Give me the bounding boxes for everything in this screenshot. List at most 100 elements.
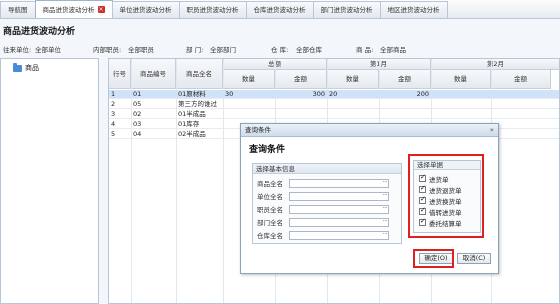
tab-product-purchase-analysis[interactable]: 商品进货波动分析 × bbox=[34, 0, 113, 18]
cell-total-amount: 300 bbox=[312, 90, 325, 98]
tab-dept-purchase-analysis[interactable]: 部门进货波动分析 bbox=[312, 1, 381, 18]
checkbox-checked-icon[interactable] bbox=[419, 184, 426, 193]
tab-label: 导航图 bbox=[8, 6, 28, 14]
basic-info-legend: 选择基本信息 bbox=[253, 164, 401, 174]
doc-type-legend: 选择单据 bbox=[414, 161, 480, 170]
cell-m1-qty: 20 bbox=[329, 90, 338, 98]
cell-no: 4 bbox=[111, 120, 116, 128]
checkbox-label: 委托结算单 bbox=[429, 219, 462, 228]
doc-type-panel: 选择单据 进货单进货退货单进货换货单借转进货单委托结算单 bbox=[413, 160, 481, 233]
dialog-title: 查询条件 bbox=[245, 126, 271, 134]
doc-type-checkbox-row[interactable]: 进货单 bbox=[419, 173, 449, 184]
column-header-name[interactable]: 商品全名 bbox=[176, 59, 223, 89]
cell-name: 第三方的谁过 bbox=[178, 100, 217, 108]
cell-m1-amount bbox=[379, 110, 431, 119]
browse-icon[interactable]: ··· bbox=[383, 179, 388, 186]
basic-info-fieldset: 选择基本信息 商品全名 ··· 单位全名 ··· 职员全名 ··· 部门全名 ··· 仓库全名 ·… bbox=[252, 163, 402, 244]
tab-staff-purchase-analysis[interactable]: 职员进货波动分析 bbox=[178, 1, 247, 18]
query-conditions-dialog: 查询条件 » 查询条件 选择基本信息 商品全名 ··· 单位全名 ··· 职员全名 ···… bbox=[240, 123, 499, 274]
field-input[interactable]: ··· bbox=[289, 230, 389, 240]
field-row: 商品全名 ··· bbox=[257, 178, 389, 188]
column-header-m1-qty[interactable]: 数量 bbox=[327, 70, 379, 89]
close-tab-icon[interactable]: × bbox=[97, 6, 105, 13]
tab-warehouse-purchase-analysis[interactable]: 仓库进货波动分析 bbox=[245, 1, 314, 18]
cell-no: 2 bbox=[111, 100, 116, 108]
column-header-m2-amount[interactable]: 金额 bbox=[491, 70, 551, 89]
cell-total-qty bbox=[223, 110, 275, 119]
field-label: 仓库全名 bbox=[257, 232, 283, 240]
folder-icon bbox=[13, 62, 22, 72]
tab-label: 单位进货波动分析 bbox=[119, 6, 172, 14]
field-row: 仓库全名 ··· bbox=[257, 230, 389, 240]
tab-unit-purchase-analysis[interactable]: 单位进货波动分析 bbox=[111, 1, 180, 18]
ok-button[interactable]: 确定(O) bbox=[419, 253, 453, 264]
cell-code: 05 bbox=[133, 100, 142, 108]
cell-no: 1 bbox=[111, 90, 116, 98]
checkbox-checked-icon[interactable] bbox=[419, 173, 426, 182]
cell-name: 01半成品 bbox=[178, 110, 206, 118]
field-row: 部门全名 ··· bbox=[257, 217, 389, 227]
field-label: 单位全名 bbox=[257, 193, 283, 201]
collapse-icon[interactable]: » bbox=[490, 124, 494, 136]
table-row[interactable]: 3 02 01半成品 bbox=[109, 110, 559, 119]
cell-total-qty bbox=[223, 100, 275, 109]
warehouse-filter-value: 全部仓库 bbox=[296, 46, 322, 54]
cell-no: 5 bbox=[111, 130, 116, 138]
browse-icon[interactable]: ··· bbox=[383, 192, 388, 199]
tab-label: 仓库进货波动分析 bbox=[253, 6, 306, 14]
cell-name: 01原材料 bbox=[178, 90, 206, 98]
doc-type-checkbox-row[interactable]: 委托结算单 bbox=[419, 217, 462, 228]
checkbox-checked-icon[interactable] bbox=[419, 206, 426, 215]
page-title: 商品进货波动分析 bbox=[3, 26, 76, 36]
doc-type-checkbox-row[interactable]: 进货退货单 bbox=[419, 184, 462, 195]
tab-region-purchase-analysis[interactable]: 地区进货波动分析 bbox=[379, 1, 448, 18]
filter-summary: 往来单位: 全部单位 内部职员: 全部职员 部 门: 全部部门 仓 库: 全部仓… bbox=[0, 44, 560, 56]
tab-label: 部门进货波动分析 bbox=[320, 6, 373, 14]
table-row[interactable]: 2 05 第三方的谁过 bbox=[109, 100, 559, 109]
checkbox-label: 借转进货单 bbox=[429, 208, 462, 217]
checkbox-label: 进货换货单 bbox=[429, 197, 462, 206]
column-header-total-amount[interactable]: 金额 bbox=[275, 70, 327, 89]
cell-total-qty: 30 bbox=[225, 90, 234, 98]
cancel-button[interactable]: 取消(C) bbox=[457, 253, 491, 264]
product-tree: 商品 bbox=[0, 58, 99, 304]
cell-name: 01库存 bbox=[178, 120, 200, 128]
tab-label: 职员进货波动分析 bbox=[186, 6, 239, 14]
field-input[interactable]: ··· bbox=[289, 217, 389, 227]
field-row: 单位全名 ··· bbox=[257, 191, 389, 201]
column-header-total-qty[interactable]: 数量 bbox=[223, 70, 275, 89]
unit-filter-value: 全部单位 bbox=[35, 46, 61, 54]
cell-code: 02 bbox=[133, 110, 142, 118]
staff-filter-value: 全部职员 bbox=[128, 46, 154, 54]
browse-icon[interactable]: ··· bbox=[383, 218, 388, 225]
field-input[interactable]: ··· bbox=[289, 204, 389, 214]
browse-icon[interactable]: ··· bbox=[383, 205, 388, 212]
tab-label: 地区进货波动分析 bbox=[387, 6, 440, 14]
checkbox-checked-icon[interactable] bbox=[419, 217, 426, 226]
doc-type-checkbox-row[interactable]: 进货换货单 bbox=[419, 195, 462, 206]
checkbox-checked-icon[interactable] bbox=[419, 195, 426, 204]
cell-total-amount bbox=[275, 100, 327, 109]
dept-filter-value: 全部部门 bbox=[210, 46, 236, 54]
cell-no: 3 bbox=[111, 110, 116, 118]
cell-name: 02半成品 bbox=[178, 130, 206, 138]
column-header-code[interactable]: 商品编号 bbox=[131, 59, 176, 89]
tab-navigation[interactable]: 导航图 bbox=[0, 1, 36, 18]
warehouse-filter-label: 仓 库: bbox=[271, 46, 289, 54]
column-header-m2-qty[interactable]: 数量 bbox=[431, 70, 491, 89]
checkbox-label: 进货退货单 bbox=[429, 186, 462, 195]
doc-type-checkbox-row[interactable]: 借转进货单 bbox=[419, 206, 462, 217]
tree-node-label: 商品 bbox=[25, 64, 39, 72]
column-header-m1-amount[interactable]: 金额 bbox=[379, 70, 431, 89]
product-filter-label: 商 品: bbox=[356, 46, 374, 54]
column-header-row-no[interactable]: 行号 bbox=[109, 59, 131, 89]
checkbox-label: 进货单 bbox=[429, 175, 449, 184]
cell-code: 01 bbox=[133, 90, 142, 98]
browse-icon[interactable]: ··· bbox=[383, 231, 388, 238]
table-row[interactable]: 1 01 01原材料 30 300 20 200 bbox=[109, 90, 559, 99]
dialog-titlebar[interactable]: 查询条件 » bbox=[241, 124, 498, 137]
field-input[interactable]: ··· bbox=[289, 178, 389, 188]
tab-bar: 导航图 商品进货波动分析 × 单位进货波动分析 职员进货波动分析 仓库进货波动分析… bbox=[0, 0, 560, 19]
field-input[interactable]: ··· bbox=[289, 191, 389, 201]
tree-node-products[interactable]: 商品 bbox=[13, 62, 39, 73]
